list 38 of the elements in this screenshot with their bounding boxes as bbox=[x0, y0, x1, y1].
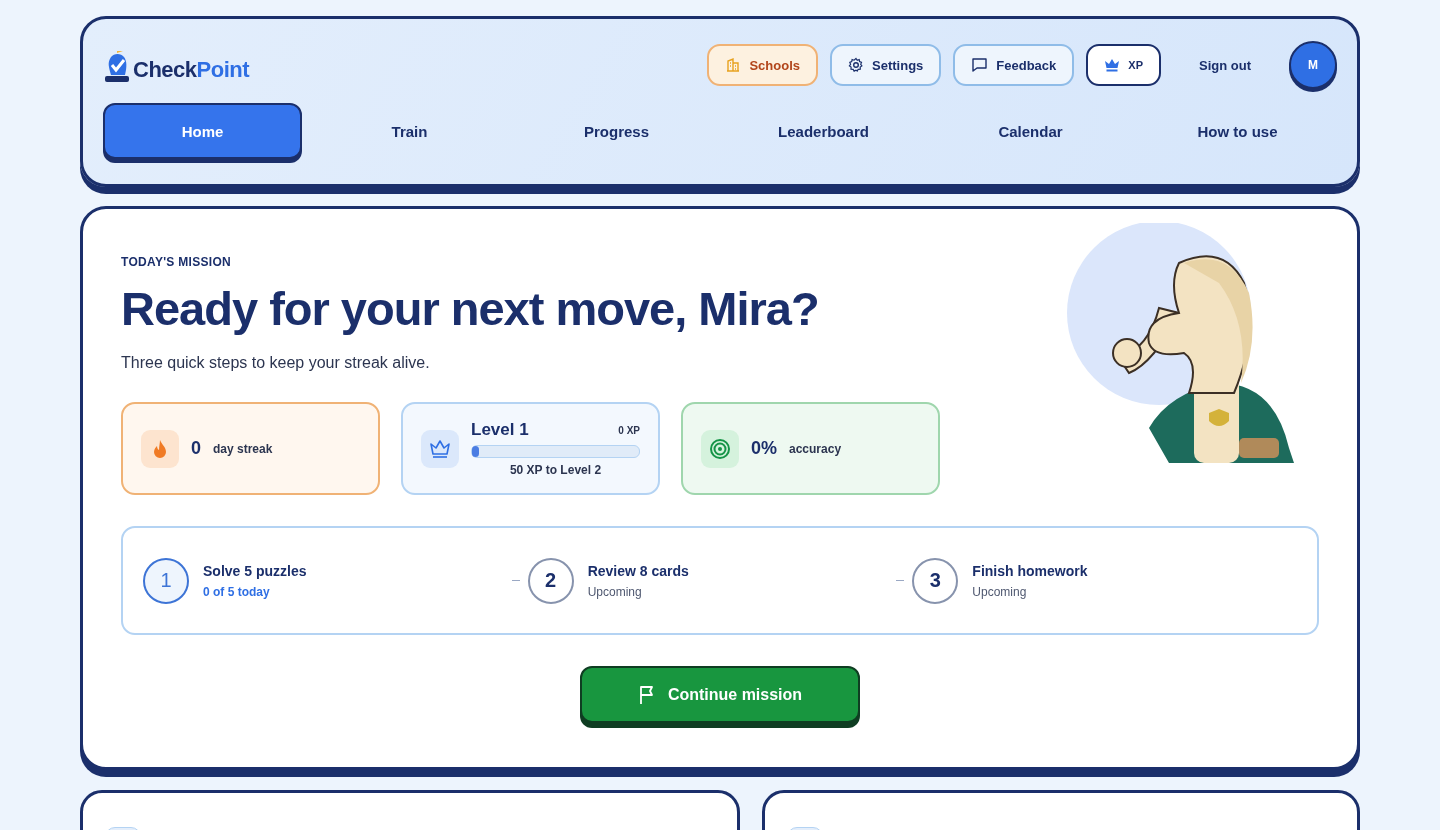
nav-tab[interactable]: Calendar bbox=[931, 103, 1130, 159]
step-status: Upcoming bbox=[587, 584, 643, 599]
crown-icon bbox=[1104, 58, 1121, 72]
step-number: 3 bbox=[912, 557, 959, 604]
avatar[interactable]: M bbox=[1289, 41, 1337, 89]
header-button[interactable]: XP bbox=[1086, 44, 1161, 86]
step-title: Review 8 cards bbox=[587, 562, 689, 579]
accuracy-label: accuracy bbox=[789, 441, 842, 456]
sign-out-link[interactable]: Sign out bbox=[1173, 57, 1277, 73]
section-label: TODAY'S MISSION bbox=[121, 255, 233, 269]
header-button[interactable]: Schools bbox=[707, 44, 819, 86]
nav-tab[interactable]: Progress bbox=[517, 103, 716, 159]
step-status: Upcoming bbox=[972, 584, 1028, 599]
step-title: Finish homework bbox=[972, 562, 1088, 579]
accuracy-value: 0% bbox=[751, 438, 777, 459]
nav-tab[interactable]: How to use bbox=[1138, 103, 1337, 159]
streak-count: 0 bbox=[191, 438, 201, 459]
xp-note: 50 XP to Level 2 bbox=[508, 463, 603, 477]
nav-tab[interactable]: Train bbox=[310, 103, 509, 159]
chat-icon bbox=[971, 57, 989, 73]
header-button[interactable]: Settings bbox=[830, 44, 942, 86]
xp-count: 0 XP bbox=[618, 424, 640, 436]
level-title: Level 1 bbox=[471, 420, 529, 440]
crown-icon bbox=[428, 437, 452, 460]
page-heading: Ready for your next move, Mira? bbox=[121, 281, 820, 336]
settings-icon bbox=[848, 57, 865, 73]
step-status: 0 of 5 today bbox=[203, 584, 271, 599]
building-icon bbox=[725, 57, 742, 73]
nav-tab[interactable]: Leaderboard bbox=[724, 103, 923, 159]
step-number: 2 bbox=[527, 557, 574, 604]
streak-label: day streak bbox=[213, 441, 273, 456]
step-title: Solve 5 puzzles bbox=[203, 562, 307, 579]
flag-icon bbox=[637, 684, 656, 705]
subtitle: Three quick steps to keep your streak alive. bbox=[121, 354, 431, 372]
header-button[interactable]: Feedback bbox=[953, 44, 1075, 86]
logo-wordmark[interactable]: CheckPoint bbox=[133, 57, 250, 83]
step-number: 1 bbox=[143, 557, 189, 604]
target-icon bbox=[709, 437, 731, 460]
